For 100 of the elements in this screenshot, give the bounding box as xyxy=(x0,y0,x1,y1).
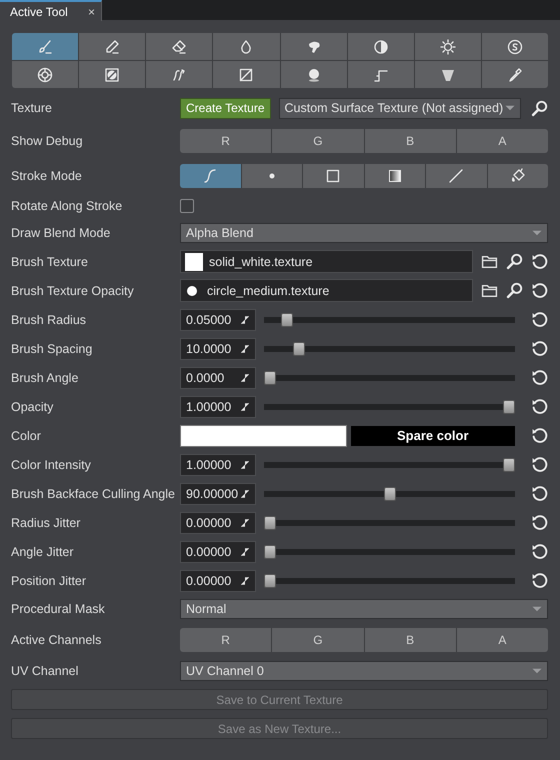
close-button[interactable]: × xyxy=(88,4,95,18)
texture-field[interactable]: circle_medium.texture xyxy=(180,279,473,302)
color-swatch[interactable] xyxy=(180,424,346,446)
search-icon[interactable] xyxy=(506,282,523,299)
number-field[interactable]: 90.00000 xyxy=(180,482,256,504)
tool-button[interactable] xyxy=(12,61,78,88)
number-field[interactable]: 1.00000 xyxy=(180,396,256,418)
channel-toggle[interactable]: A xyxy=(456,628,548,652)
gradient-icon xyxy=(386,168,403,184)
tab[interactable]: Active Tool × xyxy=(0,0,102,21)
number-field[interactable]: 0.00000 xyxy=(180,570,256,592)
tool-button[interactable] xyxy=(414,61,481,88)
spare-color-button[interactable]: Spare color xyxy=(350,426,515,446)
reset-icon[interactable] xyxy=(531,572,548,589)
reset-icon[interactable] xyxy=(531,485,548,502)
search-icon[interactable] xyxy=(506,253,523,270)
number-field[interactable]: 0.05000 xyxy=(180,308,256,330)
tool-button[interactable] xyxy=(213,33,280,60)
reset-icon[interactable] xyxy=(531,514,548,531)
slider-thumb[interactable] xyxy=(264,516,276,530)
tool-button[interactable] xyxy=(213,61,280,88)
reset-icon[interactable] xyxy=(531,311,548,328)
tool-button[interactable] xyxy=(79,61,146,88)
stroke-mode-button[interactable] xyxy=(364,164,425,188)
property-label: Radius Jitter xyxy=(11,516,82,530)
drag-icon[interactable] xyxy=(239,400,251,412)
number-field[interactable]: 1.00000 xyxy=(180,454,256,476)
channel-toggle[interactable]: A xyxy=(456,129,548,153)
drag-icon[interactable] xyxy=(239,458,251,470)
property-label: Texture xyxy=(11,101,53,115)
tool-button[interactable] xyxy=(146,61,212,88)
number-field[interactable]: 0.00000 xyxy=(180,512,256,534)
tool-button[interactable] xyxy=(146,33,212,60)
stroke-mode-button[interactable] xyxy=(488,164,548,188)
texture-dropdown[interactable]: Custom Surface Texture (Not assigned) xyxy=(278,98,521,118)
channel-toggle[interactable]: G xyxy=(272,129,364,153)
folder-icon[interactable] xyxy=(481,253,498,270)
property-label: Stroke Mode xyxy=(11,168,83,182)
reset-icon[interactable] xyxy=(531,456,548,473)
reset-icon[interactable] xyxy=(531,369,548,386)
drag-icon[interactable] xyxy=(239,488,251,500)
tool-button[interactable] xyxy=(414,33,481,60)
number-field[interactable]: 0.0000 xyxy=(180,366,256,388)
search-icon[interactable] xyxy=(531,100,548,116)
square-thumbnail xyxy=(185,252,203,270)
drag-icon[interactable] xyxy=(239,314,251,326)
number-field[interactable]: 10.0000 xyxy=(180,338,256,360)
slider-thumb[interactable] xyxy=(384,486,396,500)
stroke-mode-button[interactable] xyxy=(303,164,364,188)
tool-button[interactable] xyxy=(280,33,347,60)
dropdown[interactable]: UV Channel 0 xyxy=(180,661,548,681)
slider-thumb[interactable] xyxy=(280,312,293,326)
reset-icon[interactable] xyxy=(531,427,548,444)
stroke-mode-button[interactable] xyxy=(426,164,486,188)
drag-icon[interactable] xyxy=(239,516,251,528)
property-label: Brush Backface Culling Angle xyxy=(11,486,176,500)
drag-icon[interactable] xyxy=(239,574,251,586)
texture-field[interactable]: solid_white.texture xyxy=(180,250,473,273)
dropdown[interactable]: Alpha Blend xyxy=(180,223,548,243)
property-label: Show Debug xyxy=(11,134,84,148)
mask-icon xyxy=(104,66,120,82)
channel-toggle[interactable]: R xyxy=(180,628,272,652)
reset-icon[interactable] xyxy=(531,543,548,560)
slider-thumb[interactable] xyxy=(264,370,276,384)
channel-toggle[interactable]: G xyxy=(272,628,364,652)
channel-toggle[interactable]: B xyxy=(364,628,456,652)
slider-thumb[interactable] xyxy=(264,574,276,588)
reset-icon[interactable] xyxy=(531,340,548,357)
curve-icon xyxy=(202,168,218,184)
tool-button[interactable] xyxy=(482,33,548,60)
sun-icon xyxy=(440,38,456,54)
checkbox[interactable] xyxy=(180,199,194,213)
dropdown[interactable]: Normal xyxy=(180,599,548,619)
circle-thumbnail xyxy=(187,286,197,296)
slider-thumb[interactable] xyxy=(503,458,515,472)
drag-icon[interactable] xyxy=(239,372,251,384)
tool-button[interactable] xyxy=(280,61,347,88)
reset-icon[interactable] xyxy=(531,398,548,415)
channel-toggle[interactable]: B xyxy=(364,129,456,153)
number-field[interactable]: 0.00000 xyxy=(180,540,256,562)
pencil-icon xyxy=(104,38,120,54)
coin-icon xyxy=(506,38,523,54)
property-label: Opacity xyxy=(11,400,54,414)
slider-thumb[interactable] xyxy=(264,544,276,558)
reset-icon[interactable] xyxy=(531,253,548,270)
channel-toggle[interactable]: R xyxy=(180,129,272,153)
square-icon xyxy=(325,168,342,184)
slider-thumb[interactable] xyxy=(292,342,305,356)
tool-button[interactable] xyxy=(348,33,414,60)
tool-button[interactable] xyxy=(482,61,548,88)
drag-icon[interactable] xyxy=(239,546,251,558)
property-label: UV Channel xyxy=(11,664,80,678)
tool-button[interactable] xyxy=(79,33,146,60)
brush-icon xyxy=(37,38,54,54)
create-texture-button[interactable]: Create Texture xyxy=(180,98,270,118)
folder-icon[interactable] xyxy=(481,282,498,299)
property-label: Color xyxy=(11,428,42,442)
drag-icon[interactable] xyxy=(239,342,251,354)
reset-icon[interactable] xyxy=(531,282,548,299)
slider-thumb[interactable] xyxy=(503,400,515,414)
